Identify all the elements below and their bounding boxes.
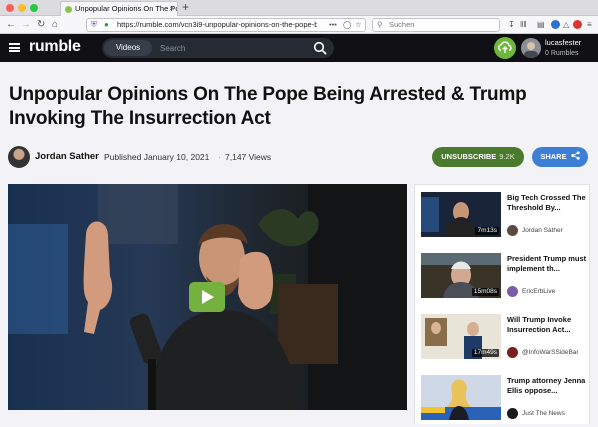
channel-avatar[interactable] — [8, 146, 30, 168]
duration-badge: 17m49s — [471, 349, 499, 357]
forward-icon[interactable]: → — [21, 18, 31, 31]
sidebar-icon[interactable]: ▤ — [537, 19, 545, 31]
meta-separator: · — [218, 152, 221, 162]
close-tab-icon[interactable]: × — [169, 2, 174, 16]
browser-nav-bar: ← → ↻ ⌂ ⛨ ● https://rumble.com/vcn3i9-un… — [0, 16, 598, 34]
upload-button[interactable] — [494, 37, 516, 59]
user-avatar[interactable] — [521, 38, 541, 58]
related-video-item[interactable]: 7m13s Big Tech Crossed The Threshold By.… — [421, 192, 589, 244]
video-thumbnail[interactable]: 7m13s — [421, 192, 501, 237]
menu-icon[interactable]: ≡ — [587, 19, 592, 31]
reload-icon[interactable]: ↻ — [37, 18, 45, 31]
downloads-icon[interactable]: ↧ — [508, 19, 515, 31]
maximize-window-dot[interactable] — [30, 4, 38, 12]
shield-icon: ⛨ — [91, 20, 97, 29]
video-title: Unpopular Opinions On The Pope Being Arr… — [9, 84, 527, 129]
related-video-title[interactable]: Trump attorney Jenna Ellis oppose... — [507, 376, 587, 396]
hamburger-menu-icon[interactable] — [9, 43, 20, 52]
home-icon[interactable]: ⌂ — [52, 18, 58, 31]
subscriber-count: 9.2K — [499, 152, 515, 161]
play-button[interactable] — [189, 282, 225, 312]
url-bar[interactable]: ⛨ ● https://rumble.com/vcn3i9-unpopular-… — [86, 18, 366, 32]
duration-badge: 7m13s — [475, 227, 499, 235]
bookmark-star-icon[interactable]: ☆ — [355, 19, 362, 31]
rumbles-count: 0 Rumbles — [545, 50, 579, 57]
lock-icon: ● — [104, 20, 109, 29]
magnifier-icon: ⚲ — [377, 20, 383, 29]
channel-name: Just The News — [522, 410, 565, 417]
site-header: rumble Videos lucasfester 0 Rumbles — [0, 34, 598, 62]
channel-avatar — [507, 286, 518, 297]
related-channel[interactable]: EricErbLive — [507, 286, 589, 298]
channel-name[interactable]: Jordan Sather — [35, 151, 99, 162]
extension-icon[interactable]: △ — [563, 19, 569, 31]
tab-title: Unpopular Opinions On The Pope Being Arr… — [75, 4, 177, 13]
share-button[interactable]: SHARE — [532, 147, 588, 167]
related-video-title[interactable]: Big Tech Crossed The Threshold By... — [507, 193, 587, 213]
close-window-dot[interactable] — [6, 4, 14, 12]
channel-avatar — [507, 408, 518, 419]
related-channel[interactable]: Jordan Sather — [507, 225, 589, 237]
search-input[interactable] — [160, 40, 300, 56]
unsubscribe-button[interactable]: UNSUBSCRIBE 9.2K — [432, 147, 524, 167]
more-icon[interactable]: ••• — [329, 19, 337, 31]
video-thumbnail[interactable] — [421, 375, 501, 420]
duration-badge: 15m08s — [471, 288, 499, 296]
video-thumbnail[interactable]: 15m08s — [421, 253, 501, 298]
user-avatar-icon — [524, 42, 538, 58]
ublock-icon[interactable] — [573, 20, 582, 29]
browser-search-box[interactable]: ⚲ Suchen — [372, 18, 500, 32]
related-video-title[interactable]: President Trump must implement th... — [507, 254, 587, 274]
related-video-item[interactable]: Trump attorney Jenna Ellis oppose... Jus… — [421, 375, 589, 427]
minimize-window-dot[interactable] — [18, 4, 26, 12]
channel-name: EricErbLive — [522, 288, 556, 295]
related-video-item[interactable]: 15m08s President Trump must implement th… — [421, 253, 589, 305]
rumble-logo[interactable]: rumble — [29, 37, 81, 57]
videos-filter-button[interactable]: Videos — [104, 40, 152, 56]
related-channel[interactable]: Just The News — [507, 408, 589, 420]
channel-name: @InfoWarSSideBar — [522, 349, 579, 356]
site-search: Videos — [102, 38, 334, 58]
browser-tab-bar: Unpopular Opinions On The Pope Being Arr… — [0, 0, 598, 16]
unsubscribe-label: UNSUBSCRIBE — [441, 152, 497, 161]
upload-icon — [498, 41, 512, 53]
url-text: https://rumble.com/vcn3i9-unpopular-opin… — [117, 20, 317, 29]
browser-tab[interactable]: Unpopular Opinions On The Pope Being Arr… — [60, 1, 178, 16]
share-label: SHARE — [540, 152, 567, 161]
library-icon[interactable]: ‖‖ — [520, 19, 527, 31]
search-icon[interactable] — [313, 41, 327, 55]
pocket-icon[interactable]: ◯ — [343, 19, 351, 31]
published-date: Published January 10, 2021 — [104, 152, 210, 162]
browser-search-placeholder: Suchen — [389, 20, 415, 29]
share-icon — [571, 151, 580, 160]
new-tab-button[interactable]: + — [182, 0, 189, 15]
channel-avatar — [507, 347, 518, 358]
related-videos-sidebar: 7m13s Big Tech Crossed The Threshold By.… — [414, 184, 590, 424]
rumble-favicon-icon — [65, 6, 72, 13]
meta-separator: · — [96, 152, 99, 162]
account-icon[interactable] — [551, 20, 560, 29]
related-video-title[interactable]: Will Trump Invoke Insurrection Act... — [507, 315, 587, 335]
view-count: 7,147 Views — [225, 152, 272, 162]
channel-avatar — [507, 225, 518, 236]
video-thumbnail[interactable]: 17m49s — [421, 314, 501, 359]
channel-name: Jordan Sather — [522, 227, 563, 234]
thumbnail-image — [421, 375, 501, 420]
related-video-item[interactable]: 17m49s Will Trump Invoke Insurrection Ac… — [421, 314, 589, 366]
back-icon[interactable]: ← — [6, 18, 16, 31]
related-channel[interactable]: @InfoWarSSideBar — [507, 347, 589, 359]
username[interactable]: lucasfester — [545, 38, 581, 47]
